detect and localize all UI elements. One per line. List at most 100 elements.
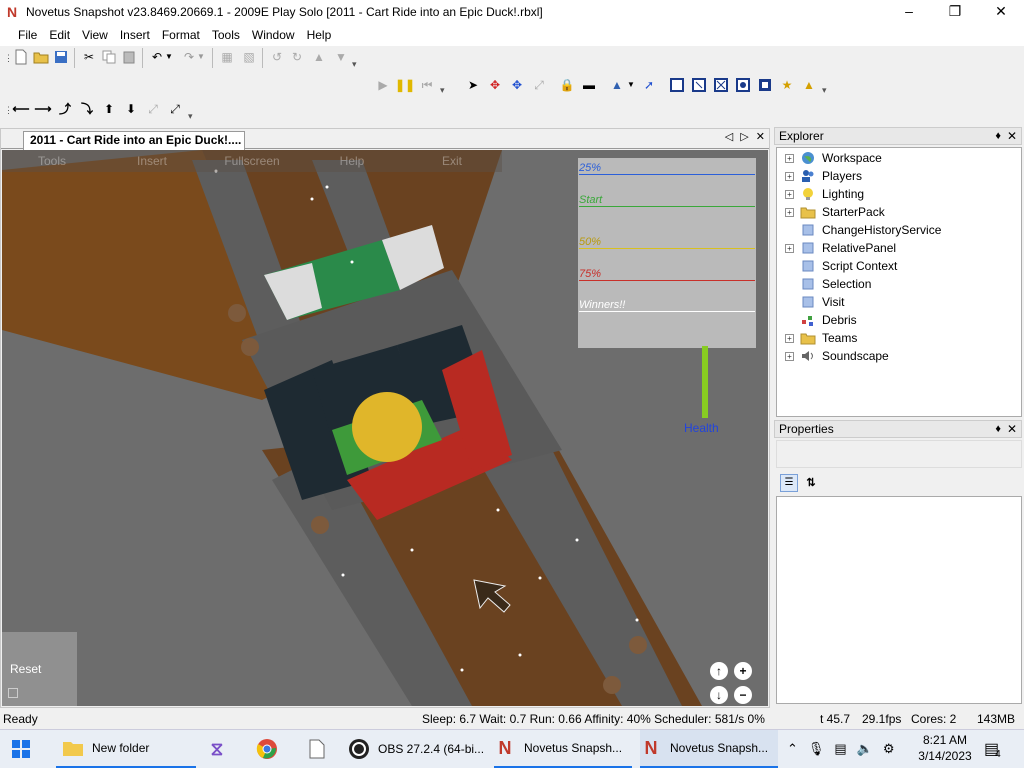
new-file-icon[interactable] <box>12 48 30 66</box>
rotate-icon[interactable]: ↺ <box>268 48 286 66</box>
toolbar-grip-icon[interactable]: ⋮ <box>4 100 13 120</box>
resize-tool-icon[interactable]: ⤢ <box>530 76 548 94</box>
move-down-icon[interactable]: ▼ <box>332 48 350 66</box>
camera-fit-icon[interactable]: ⤢ <box>166 100 184 118</box>
game-viewport[interactable]: Tools Insert Fullscreen Help Exit 25% St… <box>2 150 768 706</box>
game-menu-insert[interactable]: Insert <box>102 150 202 172</box>
copy-icon[interactable] <box>100 48 118 66</box>
tree-item-workspace[interactable]: + Workspace <box>777 149 882 167</box>
hinge-icon[interactable]: ▲ <box>800 76 818 94</box>
cut-icon[interactable]: ✂ <box>80 48 98 66</box>
group-icon[interactable]: ▦ <box>218 48 236 66</box>
expand-icon[interactable]: + <box>785 153 794 163</box>
zoom-out-icon[interactable]: − <box>734 686 752 704</box>
minimize-button[interactable]: – <box>886 0 932 24</box>
menu-format[interactable]: Format <box>156 24 206 46</box>
move-tool-icon[interactable]: ✥ <box>486 76 504 94</box>
expand-icon[interactable]: + <box>785 333 794 343</box>
pin-icon[interactable]: ♦ <box>995 128 1001 144</box>
save-icon[interactable] <box>52 48 70 66</box>
game-menu-tools[interactable]: Tools <box>2 150 102 172</box>
taskbar-novetus-1[interactable]: N Novetus Snapsh... <box>494 730 632 768</box>
volume-icon[interactable]: 🔈 <box>857 741 873 757</box>
taskbar-new-folder[interactable]: New folder <box>56 730 196 768</box>
toolbar-grip-icon[interactable]: ⋮ <box>4 48 13 68</box>
tree-item-soundscape[interactable]: + Soundscape <box>777 347 889 365</box>
anchor-icon[interactable]: ▬ <box>580 76 598 94</box>
maximize-button[interactable]: ❐ <box>932 0 978 24</box>
camera-tilt-up-icon[interactable]: ⤴ <box>56 100 74 118</box>
menu-insert[interactable]: Insert <box>114 24 156 46</box>
tree-item-visit[interactable]: Visit <box>777 293 844 311</box>
toolbar-overflow-icon[interactable]: ▾ <box>352 54 360 74</box>
expand-icon[interactable]: + <box>785 351 794 361</box>
camera-tilt-down-icon[interactable]: ⤵ <box>78 100 96 118</box>
settings-gear-icon[interactable]: ⚙ <box>883 741 895 757</box>
drag-tool-icon[interactable]: ✥ <box>508 76 526 94</box>
undo-dropdown-icon[interactable]: ▼ <box>164 48 174 66</box>
surface-studs-icon[interactable] <box>734 76 752 94</box>
document-tab[interactable]: 2011 - Cart Ride into an Epic Duck!.... <box>23 131 245 150</box>
clock[interactable]: 8:21 AM 3/14/2023 <box>910 732 980 764</box>
camera-up-arrow-icon[interactable]: ↑ <box>710 662 728 680</box>
tab-close-icon[interactable]: ✕ <box>756 131 765 143</box>
tab-scroll-right-icon[interactable]: ▷ <box>740 131 748 143</box>
play-icon[interactable]: ▶ <box>374 76 392 94</box>
surface-weld-icon[interactable] <box>712 76 730 94</box>
camera-up-icon[interactable]: ⬆ <box>100 100 118 118</box>
camera-down-icon[interactable]: ⬇ <box>122 100 140 118</box>
reset-run-icon[interactable]: ⏮ <box>418 76 436 94</box>
start-button[interactable] <box>12 730 30 768</box>
menu-view[interactable]: View <box>76 24 114 46</box>
expand-icon[interactable]: + <box>785 243 794 253</box>
taskbar-obs[interactable]: OBS 27.2.4 (64-bi... <box>348 730 486 768</box>
camera-down-arrow-icon[interactable]: ↓ <box>710 686 728 704</box>
alphabetical-sort-icon[interactable]: ⇅ <box>802 474 820 492</box>
expand-icon[interactable]: + <box>785 189 794 199</box>
zoom-in-icon[interactable]: + <box>734 662 752 680</box>
tilt-icon[interactable]: ↻ <box>288 48 306 66</box>
material-icon[interactable]: ➚ <box>640 76 658 94</box>
game-menu-fullscreen[interactable]: Fullscreen <box>202 150 302 172</box>
toolbar-overflow-icon[interactable]: ▾ <box>822 80 830 100</box>
camera-zoom-icon[interactable]: ⤢ <box>144 100 162 118</box>
menu-file[interactable]: File <box>12 24 43 46</box>
surface-inlet-icon[interactable] <box>756 76 774 94</box>
surface-glue-icon[interactable] <box>690 76 708 94</box>
close-icon[interactable]: ✕ <box>1007 128 1017 144</box>
expand-icon[interactable]: + <box>785 171 794 181</box>
tree-item-selection[interactable]: Selection <box>777 275 871 293</box>
tree-item-lighting[interactable]: + Lighting <box>777 185 864 203</box>
pin-icon[interactable]: ♦ <box>995 421 1001 437</box>
camera-right-icon[interactable]: ⟶ <box>34 100 52 118</box>
select-cursor-icon[interactable]: ➤ <box>464 76 482 94</box>
open-folder-icon[interactable] <box>32 48 50 66</box>
motor-icon[interactable]: ★ <box>778 76 796 94</box>
menu-tools[interactable]: Tools <box>206 24 246 46</box>
taskbar-novetus-2[interactable]: N Novetus Snapsh... <box>640 730 778 768</box>
toolbar-overflow-icon[interactable]: ▾ <box>188 106 196 126</box>
taskbar-document[interactable] <box>306 730 336 768</box>
game-menu-help[interactable]: Help <box>302 150 402 172</box>
tray-chevron-up-icon[interactable]: ⌃ <box>787 741 798 757</box>
paint-bucket-icon[interactable]: ▲ <box>608 76 626 94</box>
tree-item-teams[interactable]: + Teams <box>777 329 857 347</box>
taskbar-visual-studio[interactable]: ⧖ <box>206 730 236 768</box>
tree-item-starterpack[interactable]: + StarterPack <box>777 203 885 221</box>
tab-scroll-left-icon[interactable]: ◁ <box>725 131 733 143</box>
tree-item-changehistoryservice[interactable]: ChangeHistoryService <box>777 221 941 239</box>
tree-item-debris[interactable]: Debris <box>777 311 857 329</box>
surface-smooth-icon[interactable] <box>668 76 686 94</box>
menu-window[interactable]: Window <box>246 24 301 46</box>
camera-left-icon[interactable]: ⟵ <box>12 100 30 118</box>
tree-item-players[interactable]: + Players <box>777 167 862 185</box>
tree-item-relativepanel[interactable]: + RelativePanel <box>777 239 896 257</box>
expand-icon[interactable]: + <box>785 207 794 217</box>
redo-dropdown-icon[interactable]: ▼ <box>196 48 206 66</box>
menu-help[interactable]: Help <box>301 24 338 46</box>
close-icon[interactable]: ✕ <box>1007 421 1017 437</box>
microphone-icon[interactable]: 🎙 <box>808 741 825 757</box>
move-up-icon[interactable]: ▲ <box>310 48 328 66</box>
toolbar-overflow-icon[interactable]: ▾ <box>440 80 448 100</box>
network-icon[interactable]: ▤ <box>834 741 846 757</box>
